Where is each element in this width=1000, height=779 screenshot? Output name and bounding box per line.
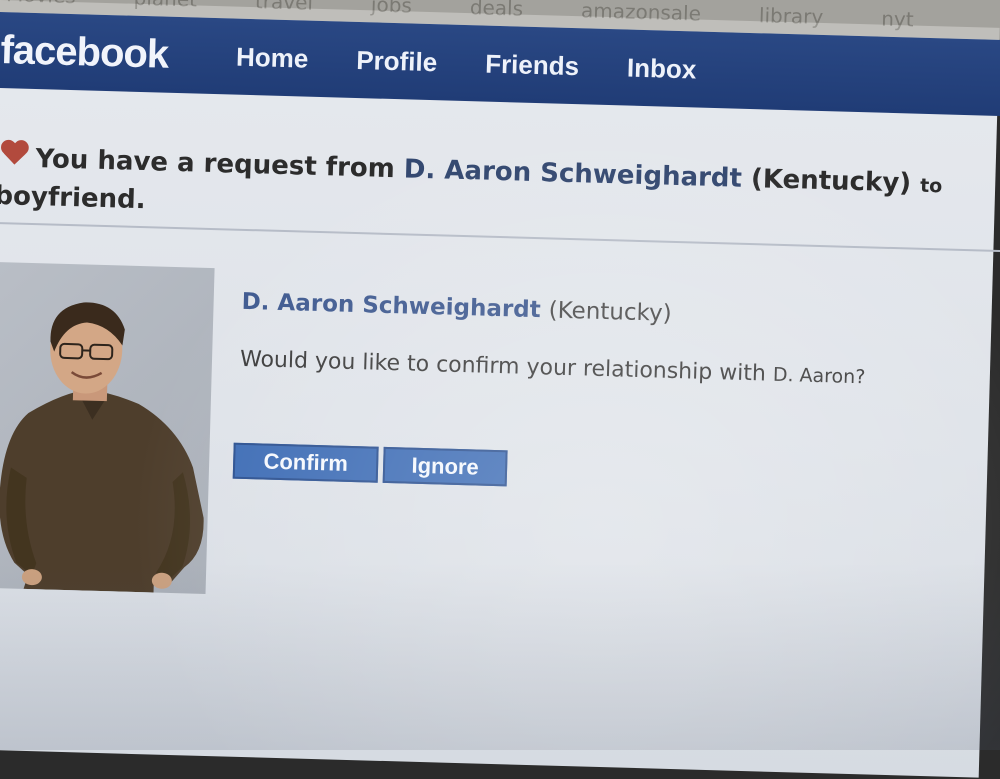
request-second-line: boyfriend.	[0, 181, 146, 215]
request-sender-name[interactable]: D. Aaron Schweighardt	[403, 154, 742, 193]
bookmark-item[interactable]: nyt	[881, 7, 914, 32]
profile-location: (Kentucky)	[548, 297, 672, 326]
request-tail: to	[920, 175, 943, 198]
bookmark-item[interactable]: planet	[133, 0, 197, 11]
nav-friends[interactable]: Friends	[485, 48, 580, 82]
nav-inbox[interactable]: Inbox	[627, 52, 697, 85]
bookmark-item[interactable]: library	[759, 3, 824, 29]
nav-home[interactable]: Home	[236, 41, 309, 74]
request-prefix: You have a request from	[35, 144, 395, 184]
bookmark-item[interactable]: amazonsale	[581, 0, 702, 26]
confirm-question-tail: D. Aaron?	[773, 364, 866, 389]
nav-profile[interactable]: Profile	[356, 44, 438, 77]
confirm-button[interactable]: Confirm	[233, 443, 379, 483]
profile-name[interactable]: D. Aaron Schweighardt (Kentucky)	[241, 289, 672, 327]
profile-name-text[interactable]: D. Aaron Schweighardt	[241, 289, 541, 323]
facebook-logo[interactable]: facebook	[0, 28, 169, 78]
profile-photo-image	[0, 262, 215, 594]
bookmark-item[interactable]: jobs	[371, 0, 413, 17]
heart-icon	[0, 138, 30, 169]
ignore-button[interactable]: Ignore	[383, 447, 508, 486]
bookmark-item[interactable]: travel	[255, 0, 314, 15]
bookmark-item[interactable]: Movies	[6, 0, 76, 8]
confirm-question-text: Would you like to confirm your relations…	[240, 347, 767, 387]
browser-screen: Movies planet travel jobs deals amazonsa…	[0, 0, 1000, 778]
request-sender-location: (Kentucky)	[751, 164, 912, 198]
bookmark-item[interactable]: deals	[470, 0, 524, 21]
confirm-question: Would you like to confirm your relations…	[240, 347, 866, 389]
profile-photo[interactable]	[0, 262, 215, 594]
